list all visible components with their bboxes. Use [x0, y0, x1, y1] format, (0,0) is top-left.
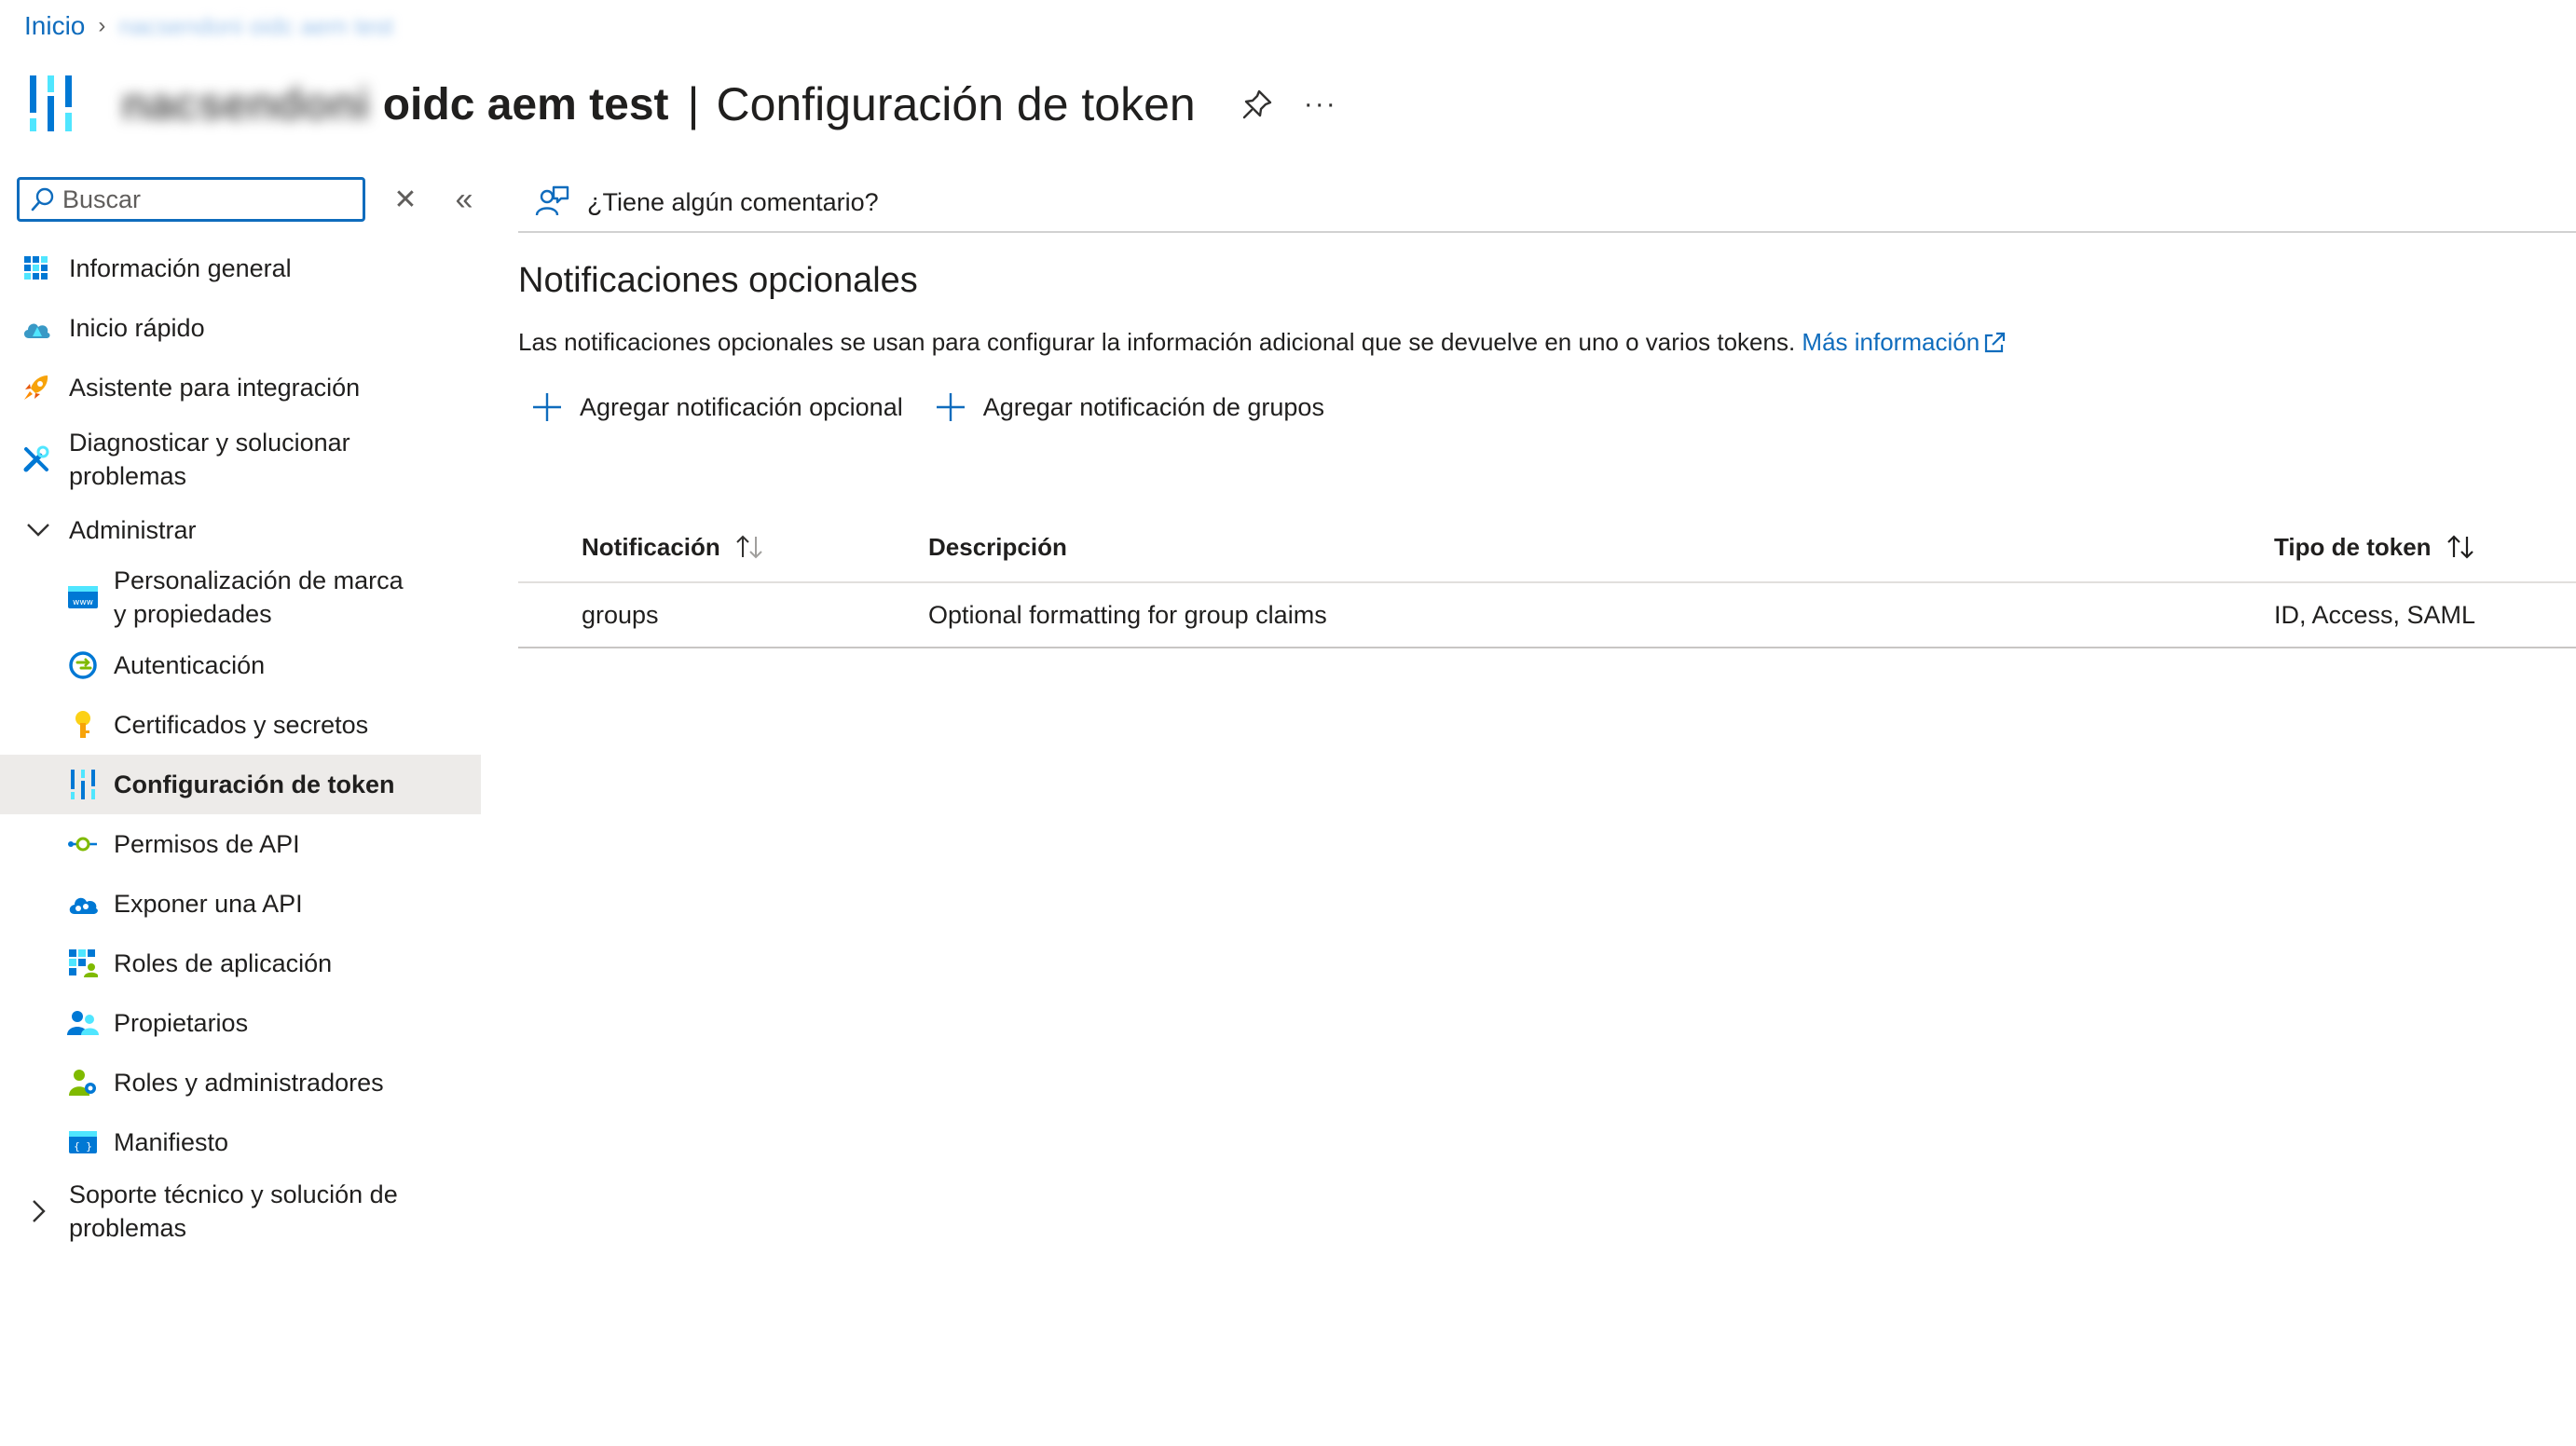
- wrench-icon: [21, 443, 52, 475]
- sidebar-item-quickstart[interactable]: Inicio rápido: [0, 298, 481, 358]
- sidebar-group-support[interactable]: Soporte técnico y solución de problemas: [0, 1172, 481, 1250]
- clear-search-button[interactable]: ✕: [390, 184, 421, 215]
- add-groups-claim-button[interactable]: Agregar notificación de grupos: [935, 391, 1324, 423]
- svg-text:www: www: [73, 598, 93, 607]
- rocket-icon: [21, 372, 52, 403]
- plus-icon: [936, 393, 965, 421]
- sidebar-item-roles-admins[interactable]: Roles y administradores: [0, 1053, 481, 1112]
- sidebar-item-app-roles[interactable]: Roles de aplicación: [0, 934, 481, 993]
- sidebar-item-certificates[interactable]: Certificados y secretos: [0, 695, 481, 755]
- cloud-icon: [21, 312, 52, 344]
- sort-icon[interactable]: [2445, 533, 2480, 561]
- breadcrumb: Inicio › nacsendoni oidc aem test: [24, 11, 393, 41]
- search-input[interactable]: [62, 184, 342, 214]
- sidebar-item-label: Personalización de marca y propiedades: [114, 566, 404, 628]
- add-optional-claim-label: Agregar notificación opcional: [580, 392, 903, 421]
- chevron-right-icon: [22, 1195, 54, 1227]
- sidebar-item-integration-assistant[interactable]: Asistente para integración: [0, 358, 481, 417]
- table-row[interactable]: groups Optional formatting for group cla…: [518, 583, 2576, 648]
- sidebar-item-owners[interactable]: Propietarios: [0, 993, 481, 1053]
- chevron-down-icon: [22, 514, 54, 546]
- sidebar-item-label: Autenticación: [114, 651, 266, 679]
- sidebar-item-authentication[interactable]: Autenticación: [0, 635, 481, 695]
- column-header-token-type[interactable]: Tipo de token: [2274, 533, 2480, 562]
- sidebar: ✕ « Información general Inicio rá: [0, 173, 481, 1440]
- page-header: nacsendoni oidc aem test | Configuración…: [28, 69, 1337, 140]
- description-text: Las notificaciones opcionales se usan pa…: [518, 328, 1796, 356]
- sidebar-item-label: Propietarios: [114, 1009, 249, 1037]
- collapse-sidebar-button[interactable]: «: [445, 182, 483, 217]
- cell-description: Optional formatting for group claims: [928, 600, 1327, 629]
- sidebar-item-label: Diagnosticar y solucionar problemas: [69, 429, 350, 490]
- sidebar-item-label: Certificados y secretos: [114, 711, 369, 739]
- pin-icon[interactable]: [1240, 88, 1274, 121]
- sidebar-group-manage[interactable]: Administrar: [0, 501, 481, 559]
- sidebar-item-manifest[interactable]: { } Manifiesto: [0, 1112, 481, 1172]
- sidebar-item-label: Exponer una API: [114, 890, 303, 918]
- sidebar-item-label: Roles de aplicación: [114, 949, 333, 977]
- sidebar-item-token-configuration[interactable]: Configuración de token: [0, 755, 481, 814]
- breadcrumb-current-link[interactable]: nacsendoni oidc aem test: [118, 12, 393, 41]
- app-owner-name: nacsendoni: [121, 79, 370, 130]
- sidebar-item-diagnose[interactable]: Diagnosticar y solucionar problemas: [0, 417, 481, 501]
- column-header-label: Notificación: [582, 532, 720, 561]
- sidebar-item-label: Asistente para integración: [69, 374, 361, 402]
- sidebar-item-branding[interactable]: www Personalización de marca y propiedad…: [0, 559, 481, 635]
- main-content: ¿Tiene algún comentario? Notificaciones …: [518, 173, 2576, 648]
- page-title: Configuración de token: [716, 78, 1196, 130]
- sidebar-item-label: Inicio rápido: [69, 314, 205, 342]
- breadcrumb-home-link[interactable]: Inicio: [24, 11, 85, 41]
- svg-text:{ }: { }: [74, 1140, 92, 1153]
- plus-icon: [533, 393, 561, 421]
- token-configuration-icon: [67, 769, 99, 800]
- title-separator: |: [687, 78, 700, 130]
- column-header-claim[interactable]: Notificación: [582, 533, 769, 562]
- sidebar-item-expose-api[interactable]: Exponer una API: [0, 874, 481, 934]
- add-optional-claim-button[interactable]: Agregar notificación opcional: [531, 391, 903, 423]
- sidebar-item-label: Soporte técnico y solución de problemas: [69, 1180, 398, 1242]
- chevron-right-icon: ›: [98, 13, 106, 38]
- more-info-link[interactable]: Más información: [1802, 328, 1980, 356]
- manifest-icon: { }: [67, 1126, 99, 1158]
- sidebar-nav: Información general Inicio rápido Asiste…: [0, 239, 481, 1250]
- authentication-icon: [67, 649, 99, 681]
- column-header-label: Tipo de token: [2274, 532, 2432, 561]
- sidebar-search-row: ✕ «: [17, 177, 483, 222]
- token-configuration-icon: [30, 75, 72, 131]
- feedback-button[interactable]: ¿Tiene algún comentario?: [587, 188, 879, 217]
- add-groups-claim-label: Agregar notificación de grupos: [982, 392, 1324, 421]
- sidebar-item-label: Roles y administradores: [114, 1069, 384, 1097]
- cell-token-type: ID, Access, SAML: [2274, 600, 2476, 629]
- search-box[interactable]: [17, 177, 365, 222]
- column-header-description: Descripción: [928, 532, 1067, 561]
- sidebar-item-label: Información general: [69, 254, 292, 282]
- cloud-api-icon: [67, 888, 99, 920]
- table-header: Notificación Descripción Tipo de token: [518, 512, 2576, 583]
- branding-icon: www: [67, 581, 99, 613]
- sort-icon[interactable]: [733, 533, 769, 561]
- more-options-icon[interactable]: ···: [1304, 89, 1337, 120]
- sidebar-item-label: Manifiesto: [114, 1128, 229, 1156]
- sidebar-item-label: Configuración de token: [114, 771, 395, 798]
- claims-table: Notificación Descripción Tipo de token g…: [518, 512, 2576, 648]
- cell-claim: groups: [582, 600, 659, 629]
- command-bar: ¿Tiene algún comentario?: [518, 173, 2576, 233]
- section-description: Las notificaciones opcionales se usan pa…: [518, 328, 2007, 357]
- search-icon: [31, 187, 54, 211]
- owners-icon: [67, 1007, 99, 1039]
- action-bar: Agregar notificación opcional Agregar no…: [531, 391, 1356, 423]
- overview-icon: [21, 252, 52, 284]
- external-link-icon[interactable]: [1981, 330, 2007, 356]
- key-icon: [67, 709, 99, 741]
- sidebar-item-label: Administrar: [69, 516, 197, 544]
- app-name: oidc aem test: [382, 79, 669, 130]
- api-permissions-icon: [67, 828, 99, 860]
- section-title: Notificaciones opcionales: [518, 261, 918, 300]
- app-roles-icon: [67, 948, 99, 979]
- sidebar-item-overview[interactable]: Información general: [0, 239, 481, 298]
- sidebar-item-label: Permisos de API: [114, 830, 300, 858]
- roles-admins-icon: [67, 1067, 99, 1098]
- feedback-icon[interactable]: [533, 184, 570, 221]
- sidebar-item-api-permissions[interactable]: Permisos de API: [0, 814, 481, 874]
